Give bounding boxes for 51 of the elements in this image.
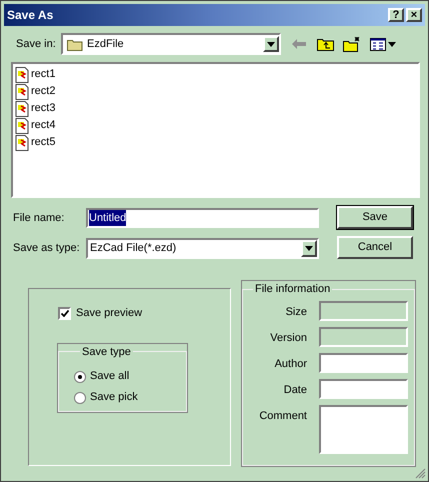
- help-button[interactable]: ?: [388, 8, 404, 22]
- save-in-label: Save in:: [16, 36, 56, 52]
- folder-icon: [67, 38, 83, 50]
- document-icon: [15, 118, 29, 134]
- save-type-title: Save type: [81, 344, 132, 360]
- close-button[interactable]: ×: [406, 8, 422, 22]
- radio-button[interactable]: [74, 392, 86, 404]
- file-name-label: File name:: [13, 210, 66, 226]
- field-label: Comment: [258, 408, 307, 424]
- save-preview-label: Save preview: [76, 306, 142, 321]
- radio-button[interactable]: [74, 370, 86, 382]
- caret-icon: [305, 246, 313, 251]
- field-label: Version: [269, 330, 307, 346]
- save-button[interactable]: Save: [337, 206, 413, 229]
- view-menu-icon[interactable]: [370, 38, 396, 50]
- document-icon: [15, 84, 29, 100]
- save-in-value: EzdFile: [87, 36, 125, 52]
- file-item[interactable]: rect2: [15, 83, 58, 100]
- document-icon: [15, 134, 29, 150]
- save-as-type-value: EzCad File(*.ezd): [90, 241, 178, 256]
- field-label: Size: [284, 304, 307, 320]
- save-as-type-label: Save as type:: [13, 241, 81, 256]
- file-name-value: Untitled: [89, 210, 126, 226]
- file-item[interactable]: rect3: [15, 100, 58, 117]
- new-folder-icon[interactable]: [343, 36, 361, 52]
- caret-icon: [267, 42, 275, 46]
- input-field[interactable]: [319, 352, 408, 372]
- save-as-type-dropdown[interactable]: EzCad File(*.ezd): [86, 238, 319, 259]
- file-name-field[interactable]: Untitled: [86, 208, 319, 228]
- resize-grip-icon[interactable]: [415, 468, 426, 479]
- radio-label: Save pick: [90, 390, 138, 406]
- dropdown-button[interactable]: [263, 36, 279, 52]
- input-field[interactable]: [319, 378, 408, 398]
- document-icon: [15, 66, 29, 82]
- dropdown-button[interactable]: [301, 240, 317, 257]
- file-item[interactable]: rect5: [15, 134, 58, 151]
- text-area[interactable]: [319, 404, 408, 454]
- check-icon: [60, 310, 68, 317]
- field-label: Date: [282, 382, 307, 398]
- file-information-title: File information: [254, 282, 332, 297]
- back-arrow-icon[interactable]: [292, 39, 306, 49]
- save-in-dropdown[interactable]: EzdFile: [61, 33, 281, 55]
- up-folder-icon[interactable]: [317, 37, 334, 51]
- file-item[interactable]: rect1: [15, 66, 58, 83]
- radio-label: Save all: [90, 369, 130, 384]
- save-preview-checkbox[interactable]: [58, 306, 71, 320]
- field-label: Author: [274, 356, 307, 372]
- file-item[interactable]: rect4: [15, 117, 58, 134]
- cancel-button[interactable]: Cancel: [337, 236, 413, 259]
- document-icon: [15, 100, 29, 116]
- window-title: Save As: [7, 7, 54, 24]
